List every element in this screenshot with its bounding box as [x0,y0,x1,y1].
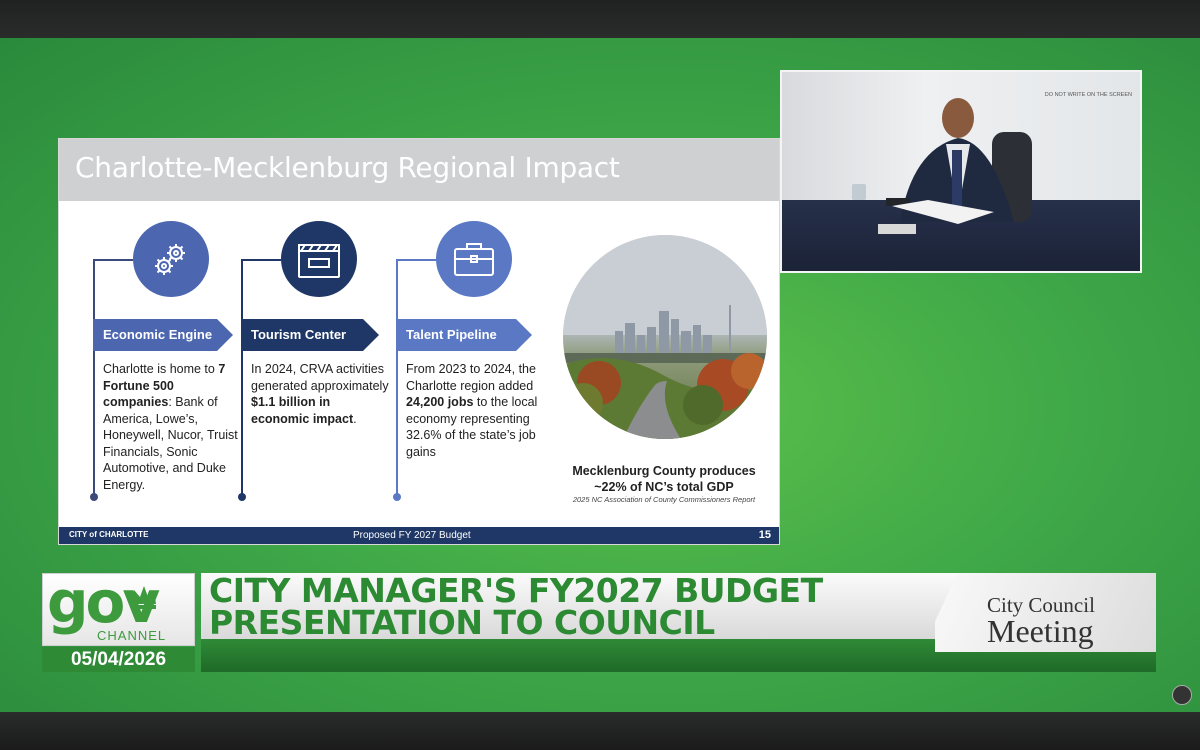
slide-title-band: Charlotte-Mecklenburg Regional Impact [59,139,779,201]
gdp-line-2: ~22% of NC’s total GDP [594,480,734,494]
column-economic-engine: Economic Engine Charlotte is home to 7 F… [90,221,243,511]
city-logo: CITY of CHARLOTTE [69,530,149,539]
bottom-letterbox [0,712,1200,750]
slide-footer: CITY of CHARLOTTE Proposed FY 2027 Budge… [59,527,779,544]
gdp-line-1: Mecklenburg County produces [572,464,756,478]
text-bold: $1.1 billion in economic impact [251,395,354,426]
timeline-connector [93,259,133,261]
text-normal: : Bank of America, Lowe’s, Honeywell, Nu… [103,395,238,492]
logo-channel-text: CHANNEL [97,628,167,643]
gdp-statement: Mecklenburg County produces ~22% of NC’s… [555,463,773,495]
column-text: In 2024, CRVA activities generated appro… [251,361,391,427]
text-normal: Charlotte is home to [103,362,219,376]
top-letterbox [0,0,1200,38]
timeline-line [241,259,243,499]
timeline-dot [393,493,401,501]
gov-channel-logo: gov CHANNEL [42,568,195,646]
charlotte-skyline-photo [563,235,767,439]
camera-feed: DO NOT WRITE ON THE SCREEN [780,70,1142,273]
clapperboard-icon [281,221,357,297]
column-tourism-center: Tourism Center In 2024, CRVA activities … [238,221,391,511]
timeline-connector [396,259,436,261]
broadcast-date: 05/04/2026 [42,647,195,672]
column-talent-pipeline: Talent Pipeline From 2023 to 2024, the C… [393,221,546,511]
column-text: From 2023 to 2024, the Charlotte region … [406,361,546,460]
title-text: CITY MANAGER'S FY2027 BUDGET PRESENTATIO… [209,574,823,642]
page-number: 15 [758,529,771,541]
text-normal: From 2023 to 2024, the Charlotte region … [406,362,536,393]
timeline-dot [90,493,98,501]
column-heading: Tourism Center [241,319,379,351]
meeting-label-line-2: Meeting [987,613,1094,649]
screen-capture-icon[interactable] [1172,685,1192,705]
gdp-source: 2025 NC Association of County Commission… [572,495,756,504]
slide-title: Charlotte-Mecklenburg Regional Impact [75,151,620,184]
meeting-label: City Council Meeting [935,573,1156,652]
briefcase-icon [436,221,512,297]
gears-icon [133,221,209,297]
text-bold: 24,200 jobs [406,395,474,409]
timeline-dot [238,493,246,501]
timeline-line [93,259,95,499]
footer-title: Proposed FY 2027 Budget [353,530,471,541]
column-heading: Economic Engine [93,319,233,351]
timeline-connector [241,259,281,261]
text-normal: In 2024, CRVA activities generated appro… [251,362,389,393]
timeline-line [396,259,398,499]
lower-third-title: CITY MANAGER'S FY2027 BUDGET PRESENTATIO… [201,573,961,639]
speaker-figure [852,98,1032,234]
presentation-slide: Charlotte-Mecklenburg Regional Impact Ec… [58,138,780,545]
column-text: Charlotte is home to 7 Fortune 500 compa… [103,361,243,493]
column-heading: Talent Pipeline [396,319,532,351]
text-normal: . [353,411,357,426]
title-line-2: PRESENTATION TO COUNCIL [209,603,715,642]
crown-icon [132,586,156,609]
